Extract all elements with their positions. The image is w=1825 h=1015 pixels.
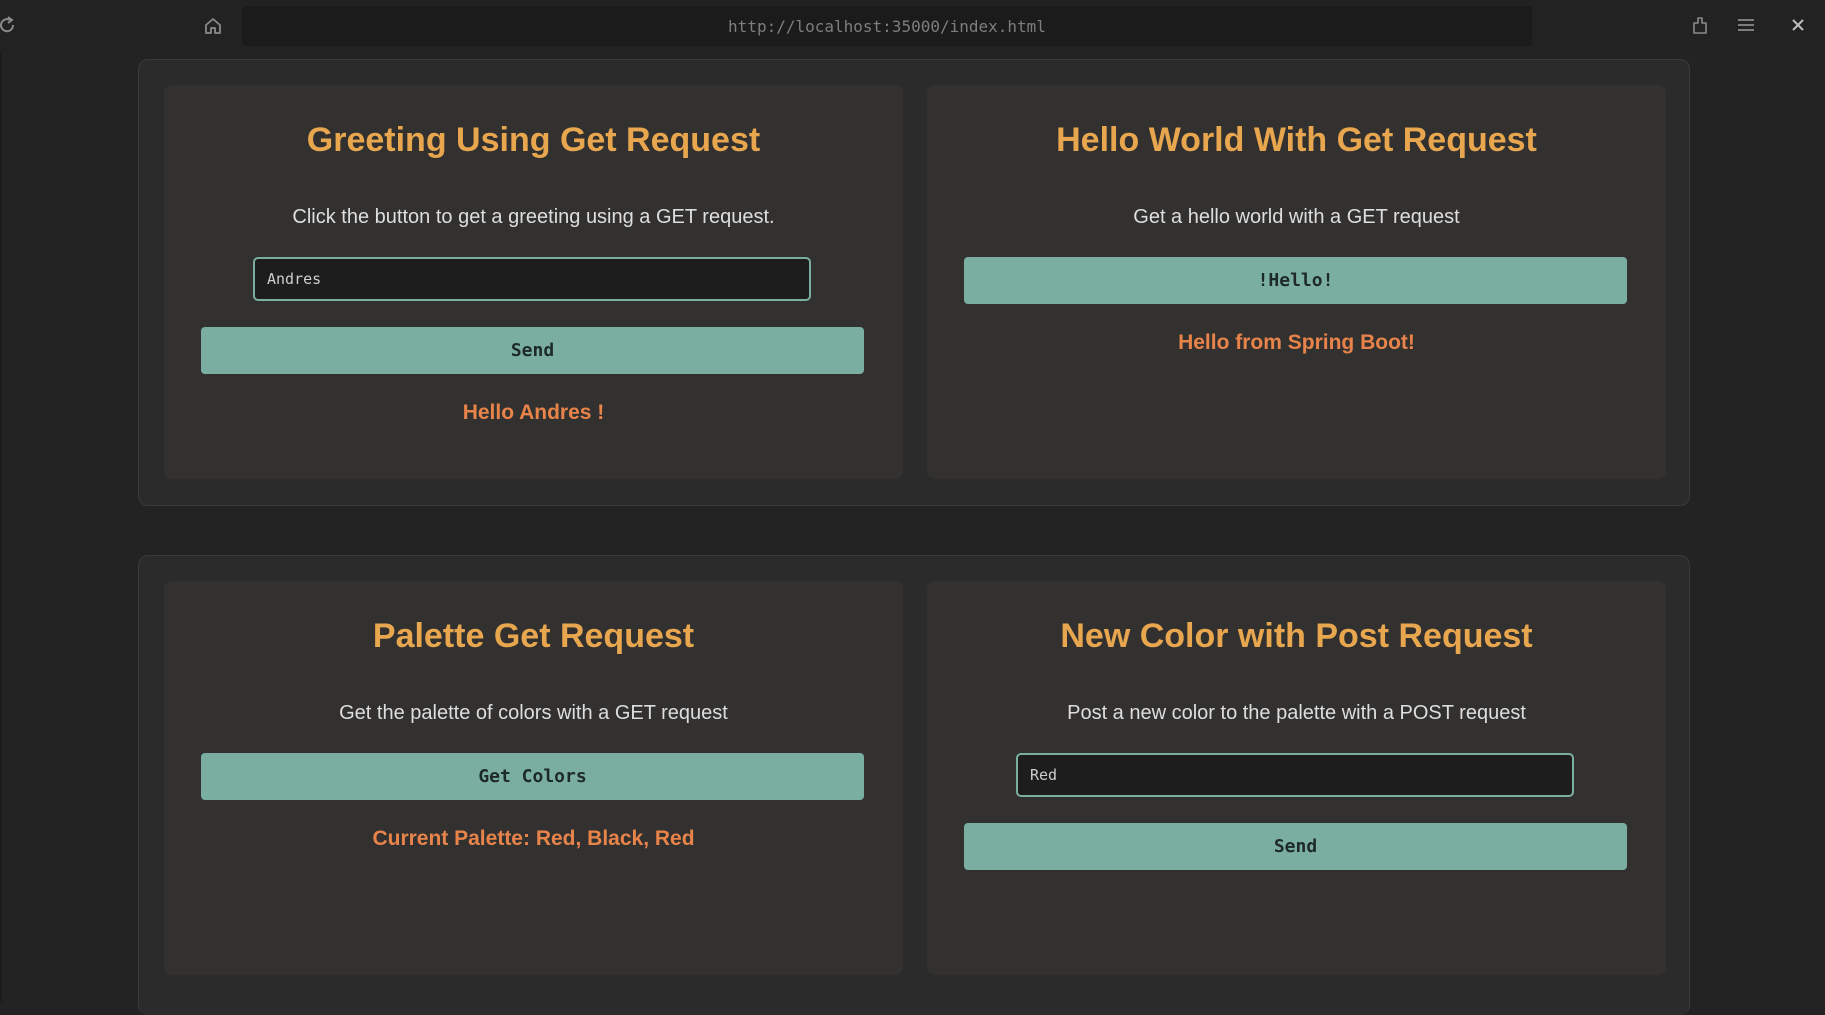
hamburger-menu-icon[interactable] bbox=[1735, 14, 1757, 36]
hello-world-card: Hello World With Get Request Get a hello… bbox=[927, 85, 1666, 479]
url-text: http://localhost:35000/index.html bbox=[728, 16, 1046, 36]
greeting-result: Hello Andres ! bbox=[462, 401, 605, 424]
name-input[interactable] bbox=[253, 257, 811, 301]
new-color-description: Post a new color to the palette with a P… bbox=[1067, 702, 1526, 724]
reload-icon[interactable] bbox=[0, 14, 16, 36]
palette-card: Palette Get Request Get the palette of c… bbox=[164, 581, 903, 975]
greeting-title: Greeting Using Get Request bbox=[306, 121, 761, 159]
new-color-card: New Color with Post Request Post a new c… bbox=[927, 581, 1666, 975]
section-get-requests: Greeting Using Get Request Click the but… bbox=[138, 59, 1690, 506]
section-palette: Palette Get Request Get the palette of c… bbox=[138, 555, 1690, 1015]
home-icon[interactable] bbox=[200, 14, 226, 38]
hello-button[interactable]: !Hello! bbox=[964, 257, 1627, 304]
palette-description: Get the palette of colors with a GET req… bbox=[339, 702, 728, 724]
left-edge bbox=[0, 51, 2, 1002]
new-color-send-button[interactable]: Send bbox=[964, 823, 1627, 870]
palette-title: Palette Get Request bbox=[372, 617, 695, 655]
extensions-icon[interactable] bbox=[1690, 13, 1712, 37]
hello-world-result: Hello from Spring Boot! bbox=[1178, 331, 1415, 354]
color-input[interactable] bbox=[1016, 753, 1574, 797]
address-bar[interactable]: http://localhost:35000/index.html bbox=[242, 6, 1532, 46]
greeting-send-button[interactable]: Send bbox=[201, 327, 864, 374]
hello-world-description: Get a hello world with a GET request bbox=[1133, 206, 1460, 228]
greeting-description: Click the button to get a greeting using… bbox=[292, 206, 775, 228]
browser-toolbar: http://localhost:35000/index.html bbox=[0, 0, 1825, 51]
hello-world-title: Hello World With Get Request bbox=[1056, 121, 1537, 159]
greeting-card: Greeting Using Get Request Click the but… bbox=[164, 85, 903, 479]
get-colors-button[interactable]: Get Colors bbox=[201, 753, 864, 800]
close-icon[interactable] bbox=[1788, 14, 1808, 36]
palette-result: Current Palette: Red, Black, Red bbox=[372, 827, 695, 850]
new-color-title: New Color with Post Request bbox=[1060, 617, 1533, 655]
